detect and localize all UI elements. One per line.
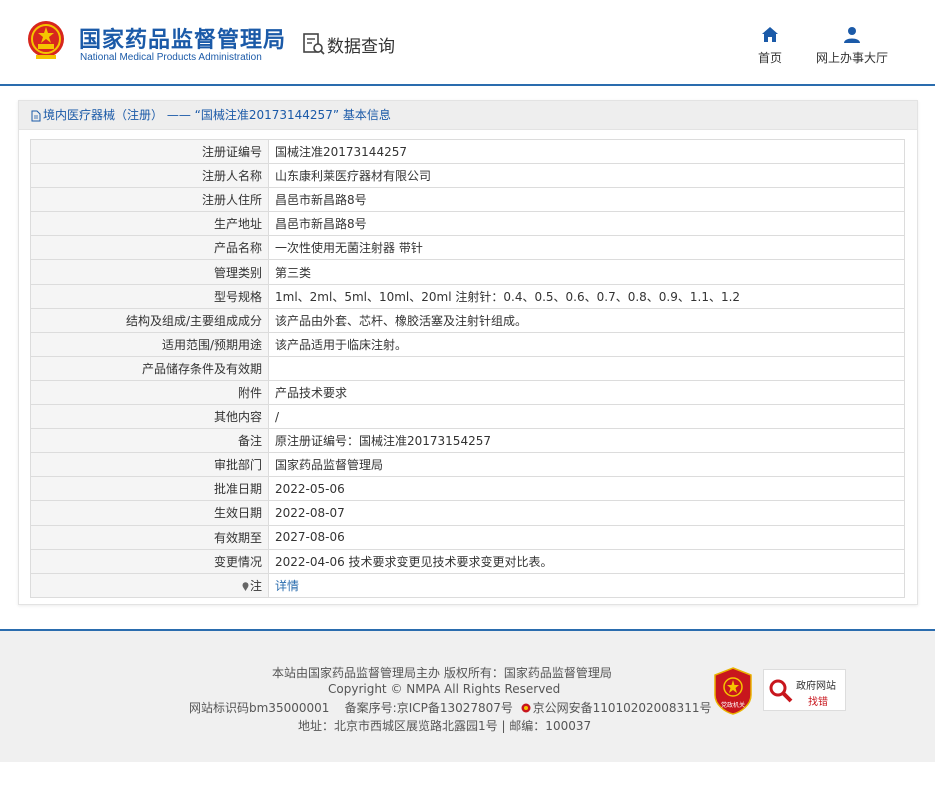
field-value: 昌邑市新昌路8号 [268, 211, 905, 237]
field-value: 山东康利莱医疗器材有限公司 [268, 163, 905, 189]
magnifier-icon [769, 679, 793, 703]
note-value-cell: 详情 [268, 572, 905, 598]
field-label: 管理类别 [30, 259, 269, 285]
field-value [268, 355, 905, 381]
field-value: 产品技术要求 [268, 379, 905, 406]
police-badge-icon [521, 703, 531, 713]
field-value: 国家药品监督管理局 [268, 452, 905, 478]
panel-header: 境内医疗器械（注册） —— “国械注准20173144257” 基本信息 [19, 101, 917, 130]
party-badge-text: 党政机关 [721, 701, 745, 709]
note-label-cell: 注 [30, 572, 269, 598]
detail-panel: 境内医疗器械（注册） —— “国械注准20173144257” 基本信息 注册证… [18, 100, 918, 605]
gov-badge-action: 找错 [808, 697, 828, 708]
table-row: 注册人住所 昌邑市新昌路8号 [30, 187, 905, 213]
field-label: 产品名称 [30, 235, 269, 261]
field-label: 审批部门 [30, 452, 269, 478]
table-row: 附件 产品技术要求 [30, 379, 905, 406]
footer-copyright: Copyright © NMPA All Rights Reserved [328, 682, 561, 696]
user-icon [844, 27, 860, 43]
field-label: 结构及组成/主要组成成分 [30, 307, 269, 333]
data-query-title: 数据查询 [327, 37, 395, 57]
nav-online-hall[interactable]: 网上办事大厅 [810, 26, 894, 66]
home-icon [762, 27, 778, 42]
nav-online-hall-label: 网上办事大厅 [815, 51, 888, 65]
nav-home-label: 首页 [757, 51, 782, 65]
table-row-note: 注 详情 [30, 572, 905, 598]
field-value: 国械注准20173144257 [268, 138, 905, 165]
field-label: 备注 [30, 428, 269, 454]
info-table: 注册证编号 国械注准20173144257 注册人名称 山东康利莱医疗器材有限公… [30, 138, 905, 598]
table-row: 产品储存条件及有效期 [30, 355, 905, 381]
field-value: 昌邑市新昌路8号 [268, 187, 905, 213]
field-label: 附件 [30, 379, 269, 406]
table-row: 型号规格 1ml、2ml、5ml、10ml、20ml 注射针：0.4、0.5、0… [30, 283, 905, 309]
panel-title: 境内医疗器械（注册） —— “国械注准20173144257” 基本信息 [43, 108, 391, 122]
gov-badge-title: 政府网站 [796, 681, 836, 692]
field-label: 注册人名称 [30, 163, 269, 189]
field-label: 生产地址 [30, 211, 269, 237]
nav-home[interactable]: 首页 [750, 26, 790, 66]
party-government-badge-icon[interactable]: 党政机关 [713, 667, 753, 715]
field-label: 产品储存条件及有效期 [30, 355, 269, 381]
footer-address: 地址：北京市西城区展览路北露园1号 | 邮编：100037 [298, 719, 592, 733]
field-value: 2027-08-06 [268, 524, 905, 550]
field-label: 型号规格 [30, 283, 269, 309]
table-row: 其他内容 / [30, 404, 905, 430]
gov-site-error-badge[interactable]: 政府网站 找错 [763, 669, 846, 711]
national-emblem-icon [28, 21, 64, 59]
table-row: 注册人名称 山东康利莱医疗器材有限公司 [30, 163, 905, 189]
table-row: 产品名称 一次性使用无菌注射器 带针 [30, 235, 905, 261]
field-label: 注册人住所 [30, 187, 269, 213]
field-value: 2022-04-06 技术要求变更见技术要求变更对比表。 [268, 548, 905, 574]
document-icon [31, 110, 41, 121]
icp-link[interactable]: 备案序号:京ICP备13027807号 [345, 701, 513, 715]
footer-registration: 网站标识码bm35000001 备案序号:京ICP备13027807号 京公网安… [189, 699, 711, 716]
field-value: 原注册证编号：国械注准20173154257 [268, 428, 905, 454]
table-row: 有效期至 2027-08-06 [30, 524, 905, 550]
brand-subtitle: National Medical Products Administration [80, 52, 262, 63]
field-label: 生效日期 [30, 500, 269, 526]
brand-title: 国家药品监督管理局 [79, 28, 287, 53]
data-query-icon [303, 33, 325, 55]
police-record-link[interactable]: 京公网安备11010202008311号 [533, 701, 712, 715]
site-header: 国家药品监督管理局 National Medical Products Admi… [0, 0, 935, 86]
field-value: 2022-08-07 [268, 500, 905, 526]
table-row: 适用范围/预期用途 该产品适用于临床注射。 [30, 331, 905, 357]
footer-sponsor: 本站由国家药品监督管理局主办 版权所有：国家药品监督管理局 [272, 666, 612, 680]
field-label: 变更情况 [30, 548, 269, 574]
field-label: 其他内容 [30, 404, 269, 430]
table-row: 管理类别 第三类 [30, 259, 905, 285]
table-row: 生产地址 昌邑市新昌路8号 [30, 211, 905, 237]
field-label: 批准日期 [30, 476, 269, 502]
field-value: 1ml、2ml、5ml、10ml、20ml 注射针：0.4、0.5、0.6、0.… [268, 283, 905, 309]
field-value: 该产品适用于临床注射。 [268, 331, 905, 357]
table-row: 变更情况 2022-04-06 技术要求变更见技术要求变更对比表。 [30, 548, 905, 574]
field-value: 2022-05-06 [268, 476, 905, 502]
table-row: 批准日期 2022-05-06 [30, 476, 905, 502]
table-row: 结构及组成/主要组成成分 该产品由外套、芯杆、橡胶活塞及注射针组成。 [30, 307, 905, 333]
table-row: 注册证编号 国械注准20173144257 [30, 138, 905, 165]
site-footer: 本站由国家药品监督管理局主办 版权所有：国家药品监督管理局 Copyright … [0, 629, 935, 762]
note-label: 注 [249, 578, 262, 593]
table-row: 审批部门 国家药品监督管理局 [30, 452, 905, 478]
field-value: 该产品由外套、芯杆、橡胶活塞及注射针组成。 [268, 307, 905, 333]
field-label: 有效期至 [30, 524, 269, 550]
details-link[interactable]: 详情 [275, 579, 299, 593]
table-row: 生效日期 2022-08-07 [30, 500, 905, 526]
site-id-text: 网站标识码bm35000001 [189, 701, 330, 715]
table-row: 备注 原注册证编号：国械注准20173154257 [30, 428, 905, 454]
field-label: 适用范围/预期用途 [30, 331, 269, 357]
field-label: 注册证编号 [30, 138, 269, 165]
field-value: 一次性使用无菌注射器 带针 [268, 235, 905, 261]
field-value: / [268, 404, 905, 430]
field-value: 第三类 [268, 259, 905, 285]
pin-icon [242, 581, 249, 591]
